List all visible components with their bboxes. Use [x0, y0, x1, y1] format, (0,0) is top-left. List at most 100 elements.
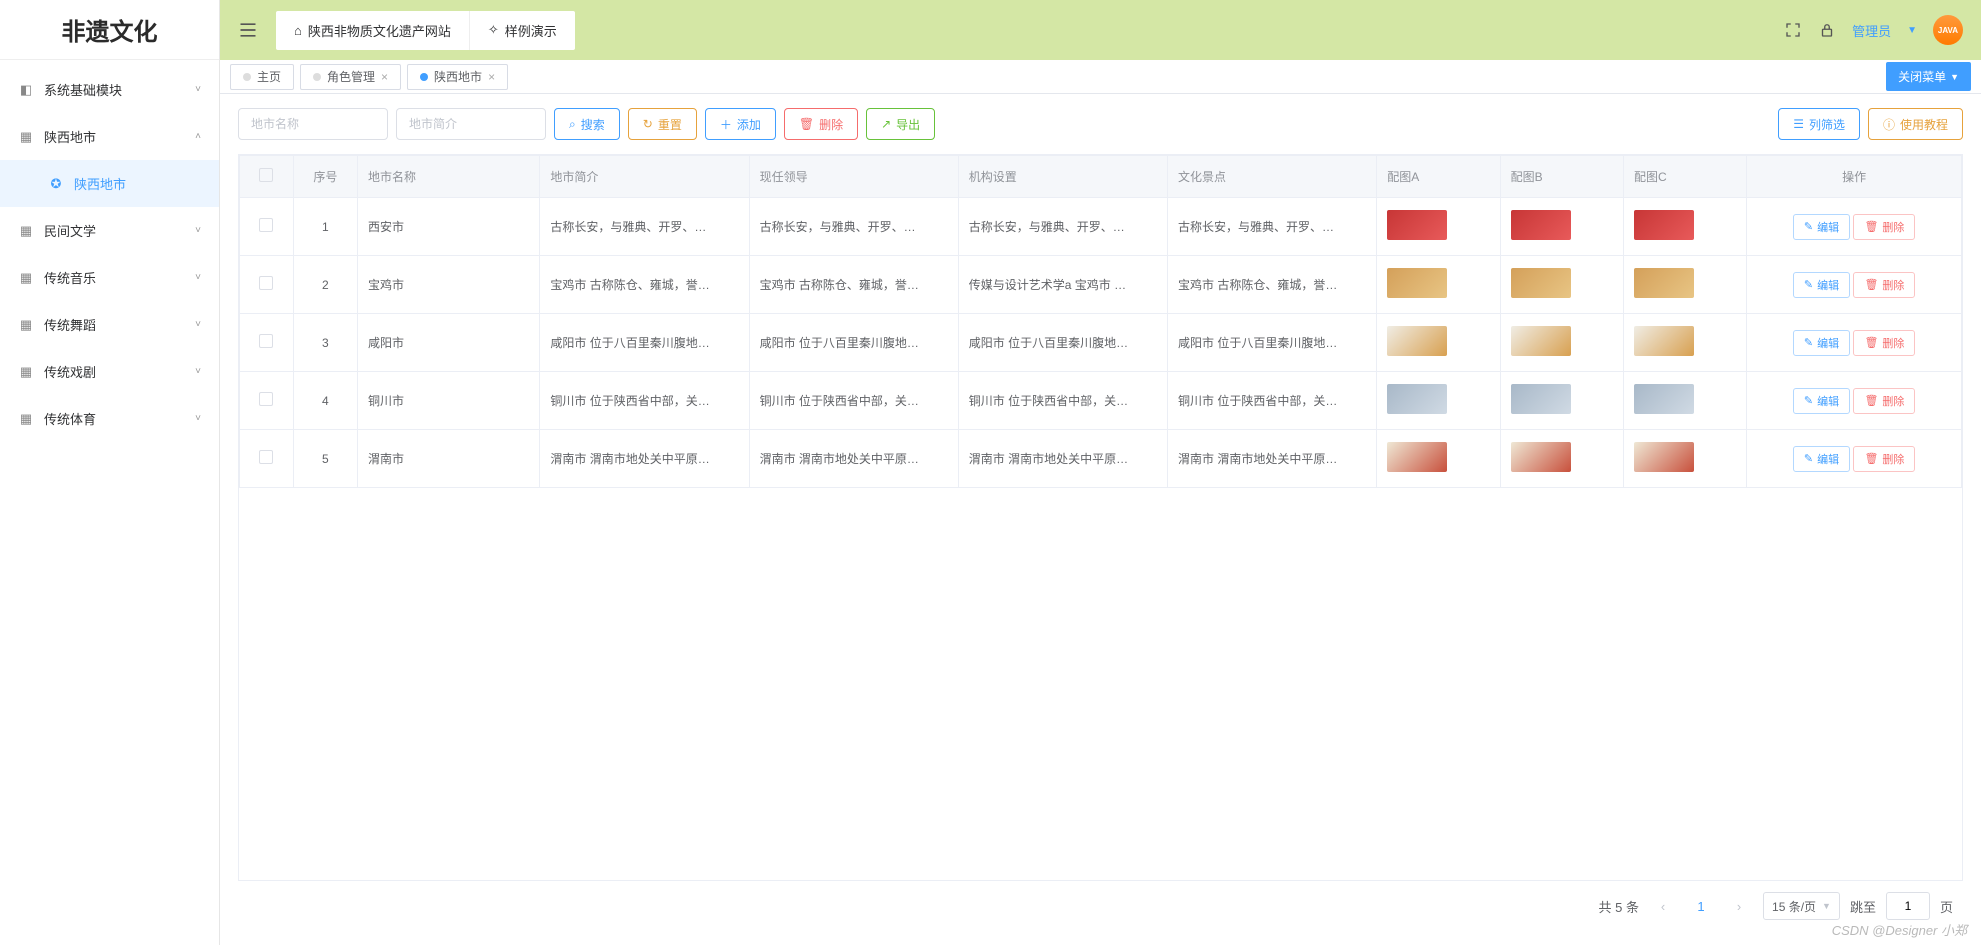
pagination-jump-input[interactable]	[1886, 892, 1930, 920]
cell-img-a	[1377, 256, 1500, 314]
edit-button[interactable]: ✎编辑	[1793, 214, 1850, 240]
sidebar-item-6[interactable]: 传统戏剧˅	[0, 348, 219, 395]
page-tabs: 主页角色管理×陕西地市×	[230, 64, 514, 90]
header: ⌂ 陕西非物质文化遗产网站 ✧ 样例演示 管理员 ▼ JAVA	[220, 0, 1981, 60]
sidebar-item-1[interactable]: 陕西地市˄	[0, 113, 219, 160]
cell-ops: ✎编辑 🗑删除	[1747, 256, 1962, 314]
column-filter-button[interactable]: ☰列筛选	[1778, 108, 1860, 140]
cell-img-b	[1500, 314, 1623, 372]
cell-img-c	[1623, 256, 1746, 314]
exportil-icon: ↗	[881, 117, 891, 131]
edit-button[interactable]: ✎编辑	[1793, 330, 1850, 356]
cell-index: 1	[293, 198, 357, 256]
pagination-per-page[interactable]: 15 条/页▼	[1763, 892, 1840, 920]
sidebar-item-0[interactable]: 系统基础模块 ˅	[0, 66, 219, 113]
row-delete-button[interactable]: 🗑删除	[1853, 388, 1915, 414]
filter-icon: ☰	[1793, 117, 1804, 131]
edit-button[interactable]: ✎编辑	[1793, 446, 1850, 472]
page-tab-1[interactable]: 角色管理×	[300, 64, 401, 90]
close-menu-button[interactable]: 关闭菜单 ▼	[1886, 62, 1971, 91]
info-icon: ⓘ	[1883, 116, 1895, 133]
header-scenic: 文化景点	[1168, 156, 1377, 198]
add-button[interactable]: ＋添加	[705, 108, 776, 140]
search-button[interactable]: ⌕搜索	[554, 108, 620, 140]
sidebar-item-5[interactable]: 传统舞蹈˅	[0, 301, 219, 348]
lock-icon[interactable]	[1818, 21, 1836, 39]
cell-index: 2	[293, 256, 357, 314]
home-icon: ⌂	[294, 23, 302, 38]
chevron-down-icon: ˅	[195, 225, 201, 236]
edit-button[interactable]: ✎编辑	[1793, 388, 1850, 414]
sparkle-icon: ✧	[488, 22, 499, 38]
chevron-down-icon[interactable]: ▼	[1907, 25, 1917, 36]
plus-icon: ＋	[720, 116, 732, 133]
tab-bar: 主页角色管理×陕西地市× 关闭菜单 ▼	[220, 60, 1981, 94]
sidebar-item-label: 陕西地市	[74, 174, 126, 193]
cell-name: 铜川市	[358, 372, 540, 430]
cell-img-c	[1623, 372, 1746, 430]
trash-icon: 🗑	[1864, 394, 1878, 407]
header-checkbox[interactable]	[240, 156, 294, 198]
page-tab-0[interactable]: 主页	[230, 64, 294, 90]
row-checkbox[interactable]	[240, 198, 294, 256]
table-row: 2宝鸡市宝鸡市 古称陈仓、雍城，誉…宝鸡市 古称陈仓、雍城，誉…传媒与设计艺术学…	[240, 256, 1962, 314]
avatar[interactable]: JAVA	[1933, 15, 1963, 45]
edit-button[interactable]: ✎编辑	[1793, 272, 1850, 298]
chevron-down-icon: ˅	[195, 84, 201, 95]
admin-dropdown[interactable]: 管理员	[1852, 21, 1891, 40]
row-delete-button[interactable]: 🗑删除	[1853, 214, 1915, 240]
cell-index: 3	[293, 314, 357, 372]
cell-leader: 铜川市 位于陕西省中部，关…	[749, 372, 958, 430]
city-intro-input[interactable]	[396, 108, 546, 140]
edit-icon: ✎	[1804, 394, 1813, 407]
sidebar-item-2[interactable]: 陕西地市	[0, 160, 219, 207]
pagination-next[interactable]: ›	[1725, 892, 1753, 920]
city-name-input[interactable]	[238, 108, 388, 140]
pagination-total: 共 5 条	[1599, 897, 1639, 916]
cell-img-a	[1377, 198, 1500, 256]
close-icon[interactable]: ×	[488, 70, 495, 84]
reset-button[interactable]: ↻重置	[628, 108, 697, 140]
tab-dot-icon	[313, 73, 321, 81]
trash-icon: 🗑	[1864, 220, 1878, 233]
header-intro: 地市简介	[540, 156, 749, 198]
row-checkbox[interactable]	[240, 372, 294, 430]
sidebar-menu: 系统基础模块˅陕西地市˄陕西地市民间文学˅传统音乐˅传统舞蹈˅传统戏剧˅传统体育…	[0, 60, 219, 442]
sidebar-item-label: 传统体育	[44, 409, 96, 428]
row-delete-button[interactable]: 🗑删除	[1853, 330, 1915, 356]
pagination-page-1[interactable]: 1	[1687, 892, 1715, 920]
delete-button[interactable]: 🗑删除	[784, 108, 858, 140]
trash-icon: 🗑	[799, 117, 814, 131]
close-icon[interactable]: ×	[381, 70, 388, 84]
header-name: 地市名称	[358, 156, 540, 198]
cell-img-b	[1500, 430, 1623, 488]
row-checkbox[interactable]	[240, 256, 294, 314]
sidebar-item-label: 系统基础模块	[44, 80, 122, 99]
refresh-icon: ↻	[643, 117, 653, 131]
fullscreen-icon[interactable]	[1784, 21, 1802, 39]
close-menu-label: 关闭菜单	[1898, 68, 1946, 85]
tutorial-button[interactable]: ⓘ使用教程	[1868, 108, 1963, 140]
header-tab-demo[interactable]: ✧ 样例演示	[470, 11, 575, 50]
row-checkbox[interactable]	[240, 430, 294, 488]
header-index: 序号	[293, 156, 357, 198]
row-delete-button[interactable]: 🗑删除	[1853, 446, 1915, 472]
export-button[interactable]: ↗导出	[866, 108, 935, 140]
sidebar-item-4[interactable]: 传统音乐˅	[0, 254, 219, 301]
table-header-row: 序号 地市名称 地市简介 现任领导 机构设置 文化景点 配图A 配图B 配图C …	[240, 156, 1962, 198]
cell-leader: 渭南市 渭南市地处关中平原…	[749, 430, 958, 488]
sidebar-item-label: 民间文学	[44, 221, 96, 240]
sidebar-item-7[interactable]: 传统体育˅	[0, 395, 219, 442]
header-tab-site[interactable]: ⌂ 陕西非物质文化遗产网站	[276, 11, 470, 50]
sidebar-item-3[interactable]: 民间文学 ˅	[0, 207, 219, 254]
edit-icon: ✎	[1804, 278, 1813, 291]
menu-toggle-icon[interactable]	[238, 20, 258, 40]
cell-org: 铜川市 位于陕西省中部，关…	[958, 372, 1167, 430]
cell-img-b	[1500, 198, 1623, 256]
row-delete-button[interactable]: 🗑删除	[1853, 272, 1915, 298]
pagination-prev[interactable]: ‹	[1649, 892, 1677, 920]
page-tab-2[interactable]: 陕西地市×	[407, 64, 508, 90]
pagination-jump-label: 跳至	[1850, 897, 1876, 916]
row-checkbox[interactable]	[240, 314, 294, 372]
cell-img-b	[1500, 256, 1623, 314]
